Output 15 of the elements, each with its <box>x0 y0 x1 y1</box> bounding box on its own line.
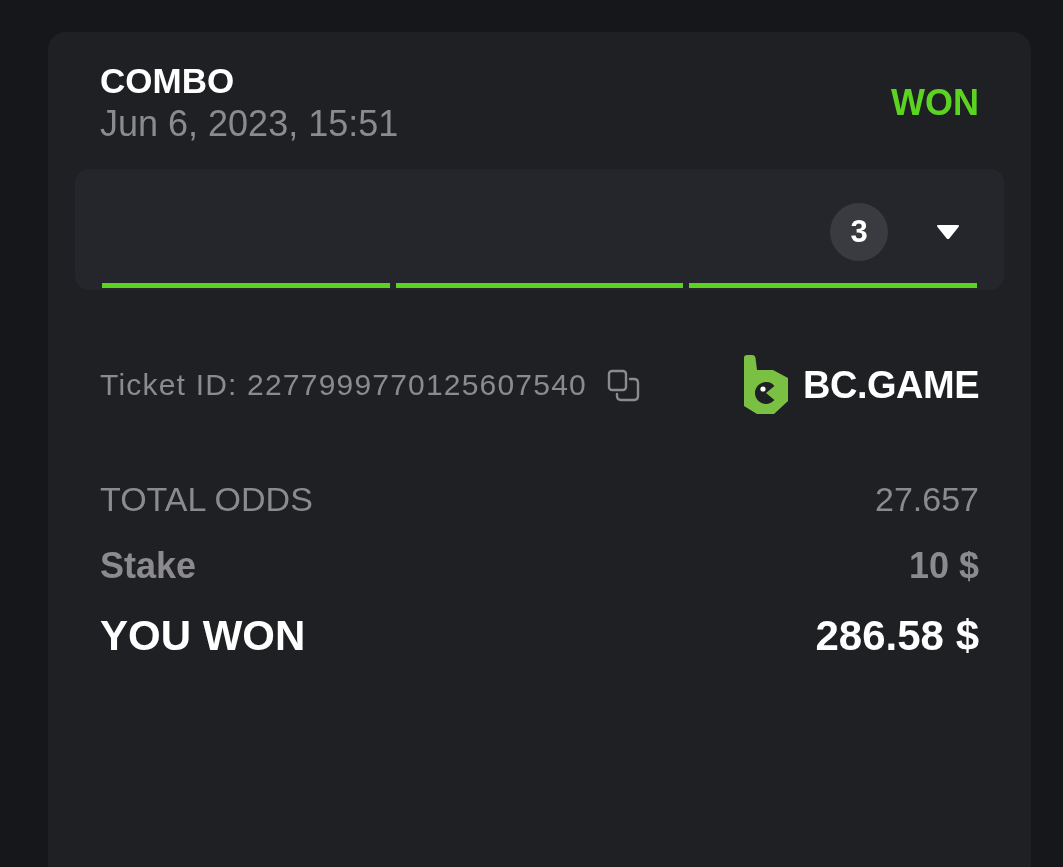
summary-value: 27.657 <box>875 479 979 520</box>
summary-label: YOU WON <box>100 611 306 661</box>
caret-icon[interactable] <box>936 224 960 240</box>
summary-value: 10 $ <box>908 543 979 587</box>
summary-label: Stake <box>100 543 197 587</box>
summary-label: TOTAL ODDS <box>100 479 313 520</box>
bet-date: Jun 6, 2023, 15:51 <box>100 102 399 145</box>
ticket-id: Ticket ID: 2277999770125607540 <box>100 368 587 402</box>
brand-name: BC.GAME <box>803 363 979 407</box>
bet-status: WON <box>891 81 979 124</box>
logo-icon <box>743 355 790 415</box>
copy-icon[interactable] <box>606 368 640 402</box>
bet-type: COMBO <box>100 60 235 102</box>
summary-value: 286.58 $ <box>815 611 979 661</box>
leg-count-badge: 3 <box>830 203 888 261</box>
